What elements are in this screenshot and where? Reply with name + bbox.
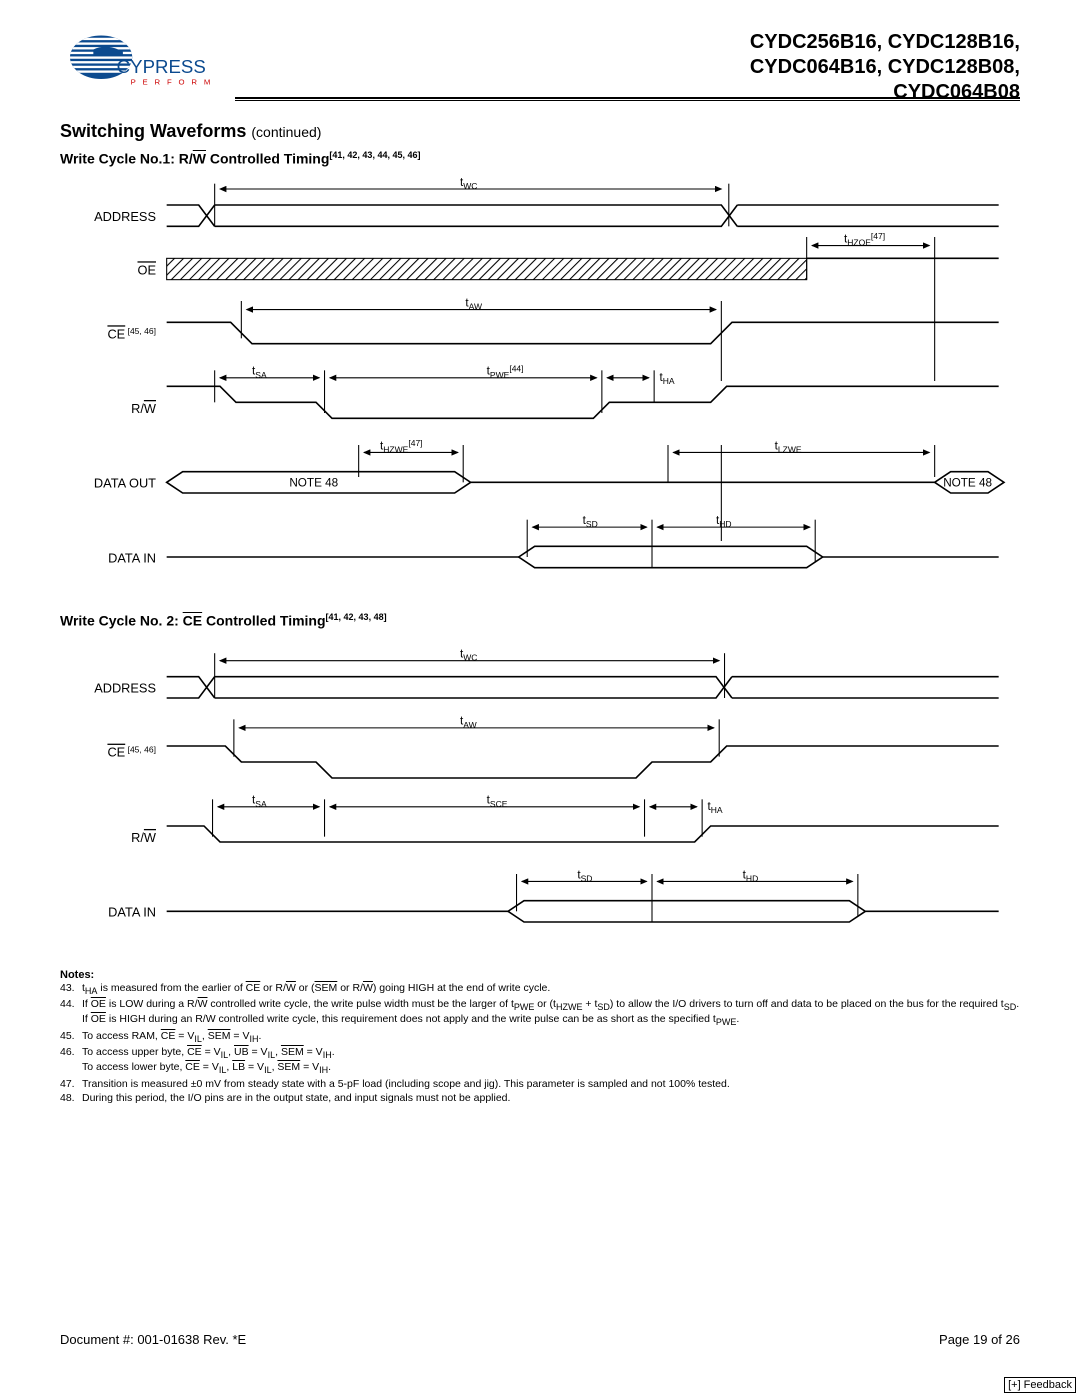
svg-text:tAW: tAW xyxy=(465,296,483,311)
svg-text:tHA: tHA xyxy=(659,371,674,386)
svg-text:CE [45, 46]: CE [45, 46] xyxy=(107,326,156,341)
svg-text:tWC: tWC xyxy=(460,648,477,663)
svg-text:NOTE 48: NOTE 48 xyxy=(943,476,992,489)
logo: CYPRESS P E R F O R M xyxy=(60,30,220,105)
svg-text:NOTE 48: NOTE 48 xyxy=(289,476,338,489)
subsection-2-title: Write Cycle No. 2: CE Controlled Timing[… xyxy=(60,612,1020,629)
feedback-button[interactable]: [+] Feedback xyxy=(1004,1377,1076,1393)
svg-text:OE: OE xyxy=(138,262,157,277)
notes-list: 43.tHA is measured from the earlier of C… xyxy=(60,982,1020,1105)
svg-text:tSD: tSD xyxy=(583,514,598,529)
page-header: CYPRESS P E R F O R M CYDC256B16, CYDC12… xyxy=(60,30,1020,105)
logo-tagline: P E R F O R M xyxy=(131,77,213,86)
svg-text:tAW: tAW xyxy=(460,715,478,730)
svg-text:tHD: tHD xyxy=(743,869,759,884)
svg-text:tHD: tHD xyxy=(716,514,732,529)
subsection-1-title: Write Cycle No.1: R/W Controlled Timing[… xyxy=(60,150,1020,167)
timing-diagram-1: ADDRESS tWC OE tHZOE[47] CE [45, 46] tAW… xyxy=(60,173,1020,589)
svg-text:tSCE: tSCE xyxy=(487,794,508,809)
section-title: Switching Waveforms (continued) xyxy=(60,121,1020,142)
page-number: Page 19 of 26 xyxy=(939,1332,1020,1347)
svg-text:tSA: tSA xyxy=(252,794,267,809)
svg-text:DATA IN: DATA IN xyxy=(108,905,156,920)
svg-text:R/W: R/W xyxy=(131,401,157,416)
timing-diagram-2: ADDRESS tWC CE [45, 46] tAW R/W tSA tSCE… xyxy=(60,634,1020,943)
svg-text:tSA: tSA xyxy=(252,364,267,379)
svg-text:tWC: tWC xyxy=(460,175,477,190)
part-numbers: CYDC256B16, CYDC128B16, CYDC064B16, CYDC… xyxy=(750,30,1020,105)
svg-text:ADDRESS: ADDRESS xyxy=(94,209,156,224)
notes-header: Notes: xyxy=(60,969,1020,981)
svg-text:CE [45, 46]: CE [45, 46] xyxy=(107,745,156,760)
document-number: Document #: 001-01638 Rev. *E xyxy=(60,1332,246,1347)
svg-text:tHA: tHA xyxy=(707,800,722,815)
svg-text:tSD: tSD xyxy=(577,869,592,884)
svg-text:DATA OUT: DATA OUT xyxy=(94,475,156,490)
page-footer: Document #: 001-01638 Rev. *E Page 19 of… xyxy=(60,1332,1020,1347)
svg-text:R/W: R/W xyxy=(131,830,157,845)
logo-text: CYPRESS xyxy=(117,56,206,77)
svg-text:DATA IN: DATA IN xyxy=(108,550,156,565)
svg-text:ADDRESS: ADDRESS xyxy=(94,681,156,696)
